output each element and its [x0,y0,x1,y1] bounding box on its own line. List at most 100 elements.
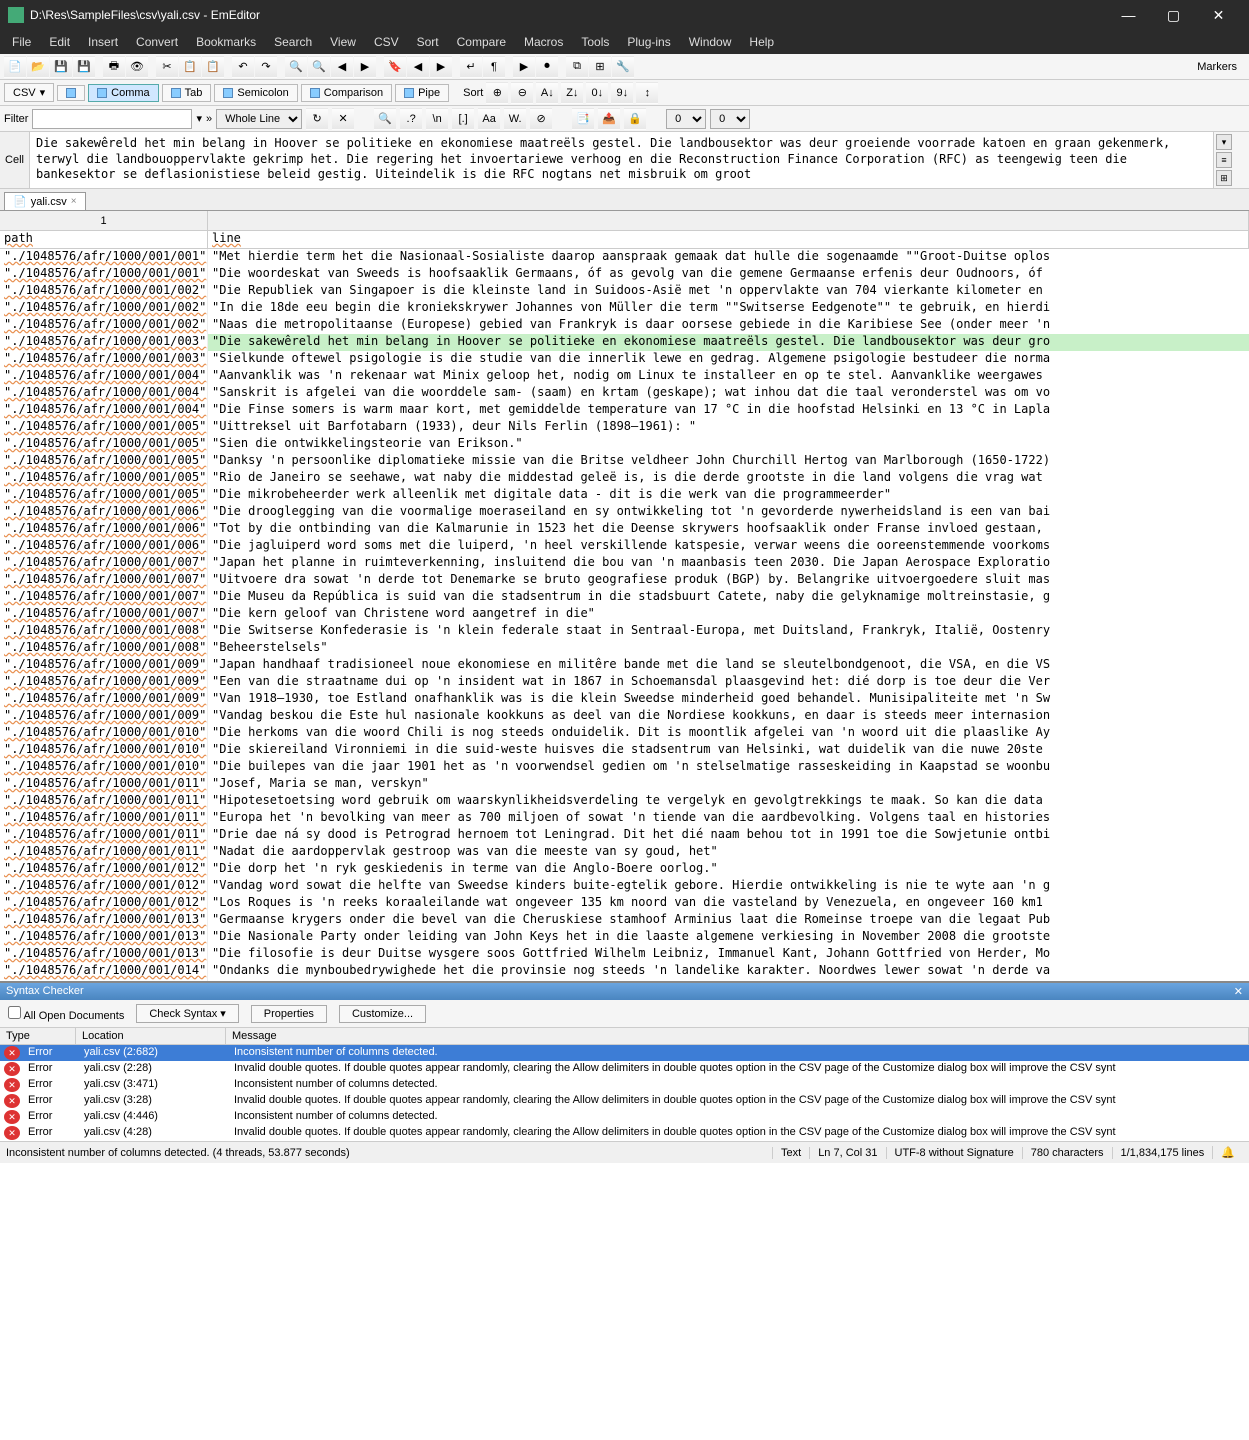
menu-insert[interactable]: Insert [80,33,126,51]
menu-bookmarks[interactable]: Bookmarks [188,33,264,51]
word-icon[interactable]: W. [504,108,526,130]
table-row[interactable]: "./1048576/afr/1000/001/010""Die herkoms… [0,725,1249,742]
new-file-icon[interactable]: 📄 [4,56,26,78]
table-row[interactable]: "./1048576/afr/1000/001/005""Uittreksel … [0,419,1249,436]
cut-icon[interactable]: ✂ [156,56,178,78]
sort-az-icon[interactable]: A↓ [536,82,558,104]
comma-mode-button[interactable]: Comma [88,84,159,102]
table-row[interactable]: "./1048576/afr/1000/001/014""== Geografi… [0,980,1249,981]
paste-icon[interactable]: 📋 [202,56,224,78]
table-row[interactable]: "./1048576/afr/1000/001/013""Die Nasiona… [0,929,1249,946]
close-button[interactable]: ✕ [1196,0,1241,30]
lock-icon[interactable]: 🔒 [624,108,646,130]
status-encoding[interactable]: UTF-8 without Signature [886,1147,1022,1159]
line-offset-select[interactable]: 0 [710,109,750,129]
bracket-icon[interactable]: [.] [452,108,474,130]
table-row[interactable]: "./1048576/afr/1000/001/008""Beheerstels… [0,640,1249,657]
table-row[interactable]: "./1048576/afr/1000/001/007""Uitvoere dr… [0,572,1249,589]
cell-list-icon[interactable]: ≡ [1216,152,1232,168]
menu-view[interactable]: View [322,33,364,51]
table-row[interactable]: "./1048576/afr/1000/001/003""Die sakewêr… [0,334,1249,351]
table-row[interactable]: "./1048576/afr/1000/001/004""Aanvanklik … [0,368,1249,385]
table-row[interactable]: "./1048576/afr/1000/001/004""Die Finse s… [0,402,1249,419]
undo-icon[interactable]: ↶ [232,56,254,78]
menu-search[interactable]: Search [266,33,320,51]
extract-icon[interactable]: 📤 [598,108,620,130]
col-type[interactable]: Type [0,1028,76,1044]
record-icon[interactable]: ⏺ [536,56,558,78]
bookmark-filter-icon[interactable]: 📑 [572,108,594,130]
find-prev-icon[interactable]: ◀ [331,56,353,78]
find-icon[interactable]: 🔍 [285,56,307,78]
data-grid[interactable]: 1 path line "./1048576/afr/1000/001/001"… [0,211,1249,981]
open-file-icon[interactable]: 📂 [27,56,49,78]
filter-dropdown-icon[interactable]: ▾ [196,112,202,125]
table-row[interactable]: "./1048576/afr/1000/001/012""Los Roques … [0,895,1249,912]
semicolon-mode-button[interactable]: Semicolon [214,84,297,102]
table-row[interactable]: "./1048576/afr/1000/001/002""Die Republi… [0,283,1249,300]
pipe-mode-button[interactable]: Pipe [395,84,449,102]
menu-help[interactable]: Help [741,33,782,51]
table-row[interactable]: "./1048576/afr/1000/001/014""Ondanks die… [0,963,1249,980]
table-row[interactable]: "./1048576/afr/1000/001/002""In die 18de… [0,300,1249,317]
column-header-2[interactable] [208,211,1249,230]
menu-compare[interactable]: Compare [449,33,514,51]
table-row[interactable]: "./1048576/afr/1000/001/004""Sanskrit is… [0,385,1249,402]
table-row[interactable]: "./1048576/afr/1000/001/003""Sielkunde o… [0,351,1249,368]
find-next-icon[interactable]: ▶ [354,56,376,78]
syntax-close-icon[interactable]: ✕ [1234,985,1243,998]
save-icon[interactable]: 💾 [50,56,72,78]
tool-icon[interactable]: 🔧 [612,56,634,78]
negative-icon[interactable]: ⊘ [530,108,552,130]
refresh-icon[interactable]: ↻ [306,108,328,130]
bookmark-icon[interactable]: 🔖 [384,56,406,78]
table-row[interactable]: "./1048576/afr/1000/001/010""Die builepe… [0,759,1249,776]
table-row[interactable]: "./1048576/afr/1000/001/011""Hipotesetoe… [0,793,1249,810]
table-row[interactable]: "./1048576/afr/1000/001/006""Die droogle… [0,504,1249,521]
case-icon[interactable]: Aa [478,108,500,130]
minimize-button[interactable]: — [1106,0,1151,30]
table-row[interactable]: "./1048576/afr/1000/001/007""Japan het p… [0,555,1249,572]
macro-icon[interactable]: ▶ [513,56,535,78]
split-icon[interactable]: ⊞ [589,56,611,78]
filter-scope-select[interactable]: Whole Line [216,109,302,129]
error-row[interactable]: ✕Erroryali.csv (2:28)Invalid double quot… [0,1061,1249,1077]
error-row[interactable]: ✕Erroryali.csv (4:28)Invalid double quot… [0,1125,1249,1141]
sort-asc-icon[interactable]: ⊕ [486,82,508,104]
comparison-mode-button[interactable]: Comparison [301,84,392,102]
check-syntax-button[interactable]: Check Syntax ▾ [136,1004,238,1023]
tab-yali-csv[interactable]: 📄 yali.csv × [4,192,86,210]
table-row[interactable]: "./1048576/afr/1000/001/008""Die Switser… [0,623,1249,640]
table-row[interactable]: "./1048576/afr/1000/001/011""Drie dae ná… [0,827,1249,844]
header-path[interactable]: path [0,231,208,248]
table-row[interactable]: "./1048576/afr/1000/001/009""Een van die… [0,674,1249,691]
menu-macros[interactable]: Macros [516,33,571,51]
table-row[interactable]: "./1048576/afr/1000/001/012""Die dorp he… [0,861,1249,878]
table-row[interactable]: "./1048576/afr/1000/001/011""Nadat die a… [0,844,1249,861]
col-location[interactable]: Location [76,1028,226,1044]
copy-icon[interactable]: 📋 [179,56,201,78]
menu-window[interactable]: Window [681,33,740,51]
tab-mode-button[interactable]: Tab [162,84,212,102]
marks-icon[interactable]: ¶ [483,56,505,78]
menu-csv[interactable]: CSV [366,33,407,51]
notification-icon[interactable]: 🔔 [1212,1146,1243,1159]
sort-desc-icon[interactable]: ⊖ [511,82,533,104]
column-offset-select[interactable]: 0 [666,109,706,129]
replace-icon[interactable]: 🔍 [308,56,330,78]
table-row[interactable]: "./1048576/afr/1000/001/010""Die skierei… [0,742,1249,759]
regex-icon[interactable]: .? [400,108,422,130]
table-row[interactable]: "./1048576/afr/1000/001/007""Die Museu d… [0,589,1249,606]
escape-icon[interactable]: \n [426,108,448,130]
column-header-1[interactable]: 1 [0,211,208,230]
save-all-icon[interactable]: 💾 [73,56,95,78]
compare-icon[interactable]: ⧉ [566,56,588,78]
cell-expand-icon[interactable]: ▾ [1216,134,1232,150]
table-row[interactable]: "./1048576/afr/1000/001/006""Die jagluip… [0,538,1249,555]
clear-filter-icon[interactable]: ✕ [332,108,354,130]
menu-file[interactable]: File [4,33,39,51]
customize-button[interactable]: Customize... [339,1005,426,1023]
search-icon[interactable]: 🔍 [374,108,396,130]
menu-edit[interactable]: Edit [41,33,78,51]
table-row[interactable]: "./1048576/afr/1000/001/006""Tot by die … [0,521,1249,538]
